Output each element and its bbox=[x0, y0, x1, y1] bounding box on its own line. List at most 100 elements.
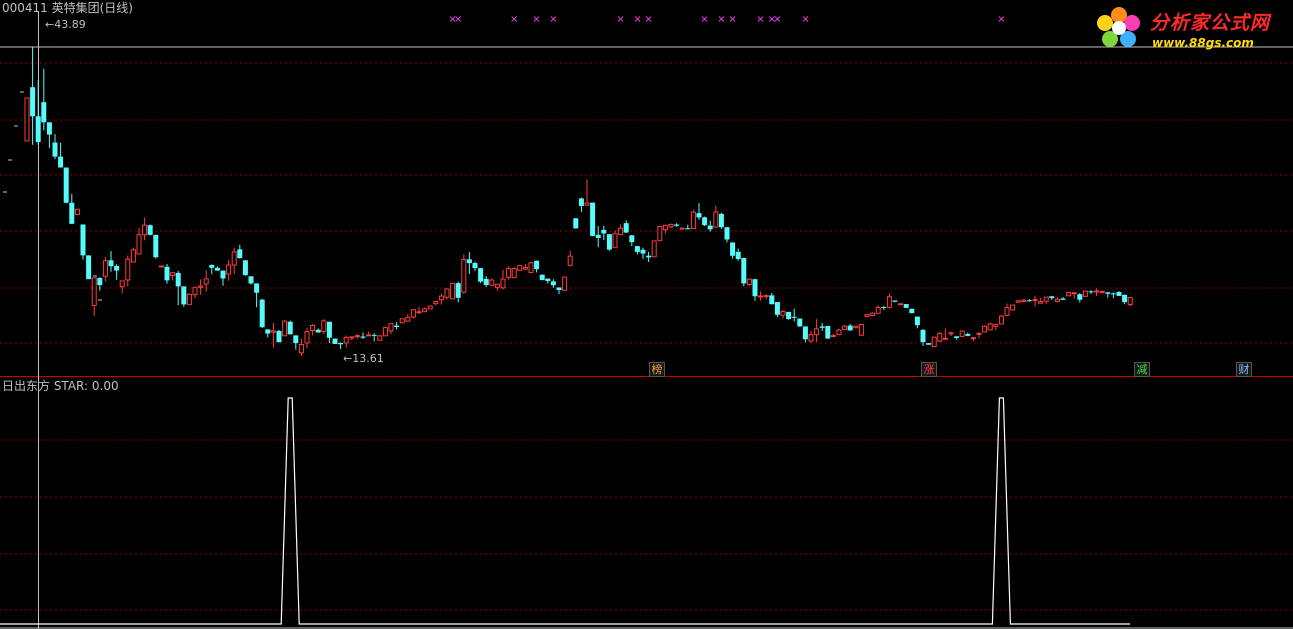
candle-body-down bbox=[926, 343, 932, 345]
candle-body-down bbox=[1060, 298, 1066, 300]
badge-bang[interactable]: 榜 bbox=[649, 362, 665, 377]
candle-body-up bbox=[1015, 300, 1021, 303]
candle-body-up bbox=[298, 343, 304, 354]
candle-body-up bbox=[657, 226, 663, 241]
candle-body-down bbox=[80, 224, 86, 256]
candle-body-up bbox=[858, 324, 864, 336]
candle-body-down bbox=[63, 167, 69, 203]
stock-title: 000411 英特集团(日线) bbox=[2, 1, 133, 15]
candle-body-down bbox=[623, 223, 629, 233]
candle-body-up bbox=[506, 268, 512, 278]
candle-body-up bbox=[830, 335, 836, 338]
candle-body-up bbox=[231, 251, 237, 266]
candle-body-up bbox=[321, 320, 327, 333]
candle-body-down bbox=[1116, 292, 1122, 296]
cross-signal: × bbox=[510, 14, 518, 25]
candle-body-down bbox=[819, 326, 825, 328]
candle-body-down bbox=[181, 286, 187, 305]
low-price-label: 13.61 bbox=[352, 352, 384, 365]
candle-body-up bbox=[1094, 290, 1100, 293]
candle-body-down bbox=[58, 156, 64, 168]
candle-body-up bbox=[119, 280, 125, 288]
candle-body-down bbox=[483, 278, 489, 286]
candle-body-down bbox=[797, 318, 803, 327]
candle-body-down bbox=[455, 283, 461, 298]
candle-body-up bbox=[1038, 301, 1044, 304]
logo-title: 分析家公式网 bbox=[1150, 12, 1271, 34]
candle-body-up bbox=[461, 258, 467, 293]
candle-body-down bbox=[214, 267, 220, 271]
candle-body-up bbox=[875, 307, 881, 314]
candle-body-up bbox=[562, 276, 568, 291]
candle-body-up bbox=[405, 316, 411, 322]
candle-body-up bbox=[125, 258, 131, 281]
candle-body-up bbox=[416, 311, 422, 314]
candle-body-up bbox=[662, 224, 668, 231]
arrow-icon: ← bbox=[45, 18, 55, 31]
candle-body-up bbox=[399, 318, 405, 324]
candle-body-up bbox=[130, 249, 136, 263]
candle-body-down bbox=[825, 325, 831, 339]
candle-body-down bbox=[114, 265, 120, 271]
grid-lines bbox=[0, 12, 1293, 629]
candle-body-up bbox=[679, 227, 685, 230]
candle-body-up bbox=[310, 324, 316, 332]
candle-body-up bbox=[500, 278, 506, 289]
candle-body-down bbox=[606, 234, 612, 250]
candle-body-down bbox=[741, 257, 747, 284]
candle-body-down bbox=[914, 316, 920, 326]
candle-body-down bbox=[242, 260, 248, 276]
candle-body-up bbox=[410, 309, 416, 318]
cross-signal: × bbox=[633, 14, 641, 25]
candle-body-up bbox=[1082, 290, 1088, 297]
candle-body-up bbox=[1021, 299, 1027, 303]
candle-body-up bbox=[349, 336, 355, 339]
candle-body-down bbox=[371, 334, 377, 336]
candle-body-down bbox=[954, 336, 960, 338]
candle-body-down bbox=[97, 278, 103, 286]
cross-signal: × bbox=[756, 14, 764, 25]
cross-signal: × bbox=[997, 14, 1005, 25]
candle-body-down bbox=[1122, 294, 1128, 303]
candle-body-down bbox=[147, 225, 153, 235]
candle-body-down bbox=[175, 272, 181, 287]
candle-body-down bbox=[360, 336, 366, 338]
candle-body-up bbox=[959, 330, 965, 337]
candle-body-up bbox=[517, 264, 523, 271]
candle-body-up bbox=[170, 272, 176, 277]
candle-body-up bbox=[136, 234, 142, 255]
candle-body-down bbox=[332, 338, 338, 344]
candle-body-up bbox=[270, 330, 276, 333]
candle-body-up bbox=[842, 325, 848, 331]
candle-body-down bbox=[724, 227, 730, 240]
candle-body-up bbox=[142, 224, 148, 236]
cross-signal-markers: ×× × × × × × × × × × × ×× × × bbox=[448, 14, 1005, 25]
badge-cai[interactable]: 财 bbox=[1236, 362, 1252, 377]
candle-body-down bbox=[752, 279, 758, 297]
cross-signal: × bbox=[644, 14, 652, 25]
cross-signal: × bbox=[728, 14, 736, 25]
candle-body-up bbox=[853, 325, 859, 329]
candle-body-up bbox=[226, 264, 232, 275]
candle-body-down bbox=[1077, 294, 1083, 300]
candle-body-up bbox=[198, 285, 204, 288]
candle-body-up bbox=[898, 303, 904, 306]
candle-body-up bbox=[366, 334, 372, 337]
candle-body-up bbox=[433, 301, 439, 305]
candle-body-up bbox=[618, 227, 624, 236]
cross-signal: × bbox=[454, 14, 462, 25]
candle-body-up bbox=[948, 332, 954, 335]
candle-body-down bbox=[478, 268, 484, 282]
candle-body-down bbox=[847, 325, 853, 331]
candle-body-up bbox=[158, 265, 164, 268]
candle-body-down bbox=[1049, 296, 1055, 299]
candle-body-up bbox=[528, 262, 534, 273]
candle-body-up bbox=[567, 255, 573, 266]
badge-zhang[interactable]: 涨 bbox=[921, 362, 937, 377]
candle-body-down bbox=[1026, 300, 1032, 302]
candle-body-up bbox=[690, 211, 696, 230]
badge-jian[interactable]: 减 bbox=[1134, 362, 1150, 377]
candle-body-up bbox=[444, 288, 450, 298]
candle-body-up bbox=[931, 336, 937, 348]
candle-body-up bbox=[976, 332, 982, 335]
